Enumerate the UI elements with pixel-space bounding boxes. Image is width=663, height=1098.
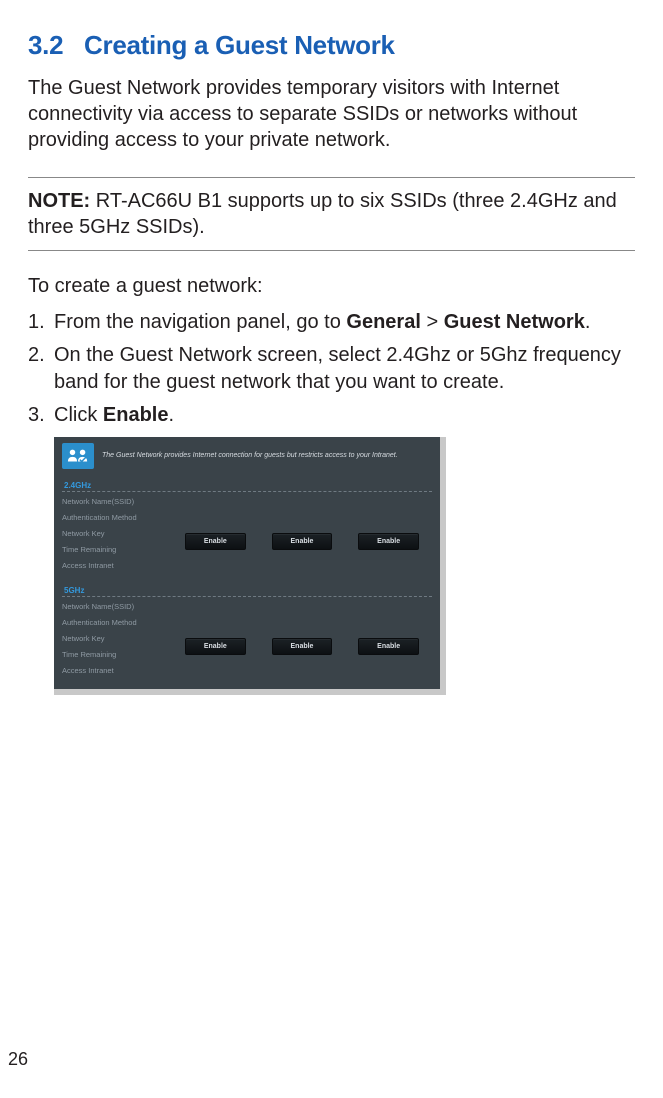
label-key-24: Network Key — [62, 528, 172, 540]
step3-enable: Enable — [103, 404, 169, 426]
step1-gt: > — [421, 311, 444, 333]
step-2: On the Guest Network screen, select 2.4G… — [28, 342, 635, 396]
enable-button-5-1[interactable]: Enable — [185, 638, 246, 655]
label-time-5: Time Remaining — [62, 649, 172, 661]
step3-text-a: Click — [54, 404, 103, 426]
enable-button-5-3[interactable]: Enable — [358, 638, 419, 655]
screenshot-description: The Guest Network provides Internet conn… — [102, 451, 398, 460]
step1-general: General — [346, 311, 420, 333]
screenshot-header: The Guest Network provides Internet conn… — [54, 437, 440, 479]
labels-col-5: Network Name(SSID) Authentication Method… — [62, 601, 172, 677]
enable-button-24-1[interactable]: Enable — [185, 533, 246, 550]
label-key-5: Network Key — [62, 633, 172, 645]
label-ssid-5: Network Name(SSID) — [62, 601, 172, 613]
enable-button-24-2[interactable]: Enable — [272, 533, 333, 550]
note-block: NOTE: RT-AC66U B1 supports up to six SSI… — [28, 177, 635, 251]
label-access-5: Access Intranet — [62, 665, 172, 677]
divider-5ghz — [62, 596, 432, 597]
band-24ghz-label: 2.4GHz — [54, 479, 440, 491]
label-time-24: Time Remaining — [62, 544, 172, 556]
section-number: 3.2 — [28, 30, 63, 60]
step-1: From the navigation panel, go to General… — [28, 309, 635, 336]
howto-intro: To create a guest network: — [28, 273, 635, 299]
label-auth-24: Authentication Method — [62, 512, 172, 524]
buttons-col-5: Enable Enable Enable — [172, 601, 432, 677]
intro-paragraph: The Guest Network provides temporary vis… — [28, 75, 635, 153]
band-5ghz-grid: Network Name(SSID) Authentication Method… — [54, 601, 440, 689]
section-heading: 3.2 Creating a Guest Network — [28, 30, 635, 61]
enable-button-24-3[interactable]: Enable — [358, 533, 419, 550]
guest-network-icon — [62, 443, 94, 469]
step1-guest-network: Guest Network — [444, 311, 585, 333]
label-auth-5: Authentication Method — [62, 617, 172, 629]
step1-text-a: From the navigation panel, go to — [54, 311, 346, 333]
band-5ghz-label: 5GHz — [54, 584, 440, 596]
note-text: NOTE: RT-AC66U B1 supports up to six SSI… — [28, 188, 635, 240]
router-screenshot: The Guest Network provides Internet conn… — [54, 437, 446, 695]
label-ssid-24: Network Name(SSID) — [62, 496, 172, 508]
labels-col-24: Network Name(SSID) Authentication Method… — [62, 496, 172, 572]
note-label: NOTE: — [28, 190, 90, 212]
band-24ghz-grid: Network Name(SSID) Authentication Method… — [54, 496, 440, 584]
step1-period: . — [585, 311, 591, 333]
page-number: 26 — [8, 1049, 28, 1070]
label-access-24: Access Intranet — [62, 560, 172, 572]
note-body: RT-AC66U B1 supports up to six SSIDs (th… — [28, 190, 617, 238]
step3-period: . — [168, 404, 174, 426]
steps-list: From the navigation panel, go to General… — [28, 309, 635, 429]
section-title-text: Creating a Guest Network — [84, 30, 395, 60]
step-3: Click Enable. — [28, 402, 635, 429]
divider-24ghz — [62, 491, 432, 492]
buttons-col-24: Enable Enable Enable — [172, 496, 432, 572]
enable-button-5-2[interactable]: Enable — [272, 638, 333, 655]
